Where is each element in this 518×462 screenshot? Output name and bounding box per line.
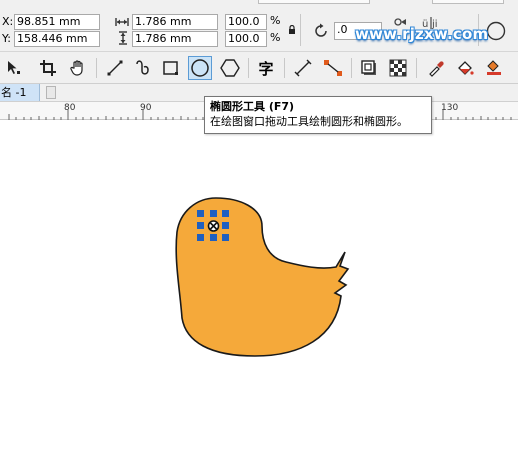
rectangle-tool-icon	[163, 61, 178, 75]
ruler-label: 90	[140, 103, 152, 113]
drop-shadow-tool-button[interactable]	[357, 56, 381, 80]
artistic-media-tool-button[interactable]	[131, 56, 155, 80]
circle-shape-icon[interactable]	[485, 20, 507, 45]
crop-tool-icon	[40, 60, 56, 76]
connector-tool-icon	[324, 60, 342, 76]
curve-tool-icon	[136, 60, 149, 75]
tooltip-description: 在绘图窗口拖动工具绘制圆形和椭圆形。	[210, 115, 408, 128]
ruler-label: 130	[441, 103, 459, 113]
eyedropper-tool-button[interactable]	[424, 56, 448, 80]
x-position-field[interactable]: 98.851 mm	[14, 14, 100, 30]
percent-unit: %	[270, 31, 281, 44]
crop-tool-button[interactable]	[36, 56, 60, 80]
smart-fill-tool-button[interactable]	[482, 56, 506, 80]
smart-fill-icon	[487, 60, 501, 75]
x-label: X:	[2, 15, 14, 28]
toolbox: 字	[0, 52, 518, 84]
connector-tool-button[interactable]	[321, 56, 345, 80]
shape-tool-icon	[8, 61, 20, 74]
watermark: www.rjzxw.com	[355, 25, 489, 43]
document-tab[interactable]: 名 -1	[0, 84, 40, 101]
toolbar-separator	[248, 58, 249, 78]
height-icon	[117, 31, 129, 48]
checkerboard-icon	[389, 59, 407, 77]
toolbar-separator	[96, 58, 97, 78]
orange-bird-shape[interactable]	[175, 197, 350, 357]
property-bar: X: 98.851 mm Y: 158.446 mm 1.786 mm 1.78…	[0, 0, 518, 52]
dropdown-edge[interactable]	[258, 0, 370, 4]
width-icon	[115, 16, 129, 31]
drop-shadow-icon	[361, 60, 376, 75]
freehand-tool-icon	[107, 60, 123, 76]
divider	[300, 14, 301, 46]
eyedropper-icon	[429, 61, 444, 77]
polygon-tool-icon	[220, 59, 240, 77]
pan-tool-button[interactable]	[66, 56, 90, 80]
tooltip: 椭圆形工具 (F7) 在绘图窗口拖动工具绘制圆形和椭圆形。	[204, 96, 432, 134]
text-tool-button[interactable]: 字	[254, 56, 278, 80]
freehand-tool-button[interactable]	[103, 56, 127, 80]
ellipse-tool-icon	[191, 59, 209, 77]
parallel-dimension-tool-button[interactable]	[291, 56, 315, 80]
transparency-tool-button[interactable]	[386, 56, 410, 80]
percent-unit: %	[270, 14, 281, 27]
canvas-drawing	[175, 197, 350, 357]
width-field[interactable]: 1.786 mm	[132, 14, 218, 30]
dimension-tool-icon	[294, 59, 312, 77]
y-position-field[interactable]: 158.446 mm	[14, 31, 100, 47]
toolbar-separator	[416, 58, 417, 78]
dropdown-edge[interactable]	[432, 0, 504, 4]
shape-tool-button[interactable]	[2, 56, 26, 80]
toolbar-separator	[284, 58, 285, 78]
y-label: Y:	[2, 32, 11, 45]
interactive-fill-tool-button[interactable]	[453, 56, 477, 80]
scale-width-field[interactable]: 100.0	[225, 14, 267, 30]
scale-height-field[interactable]: 100.0	[225, 31, 267, 47]
tooltip-title: 椭圆形工具 (F7)	[210, 100, 295, 113]
paint-bucket-icon	[458, 61, 474, 75]
center-marker-icon	[207, 220, 220, 232]
rectangle-tool-button[interactable]	[159, 56, 183, 80]
lock-ratio-icon[interactable]	[288, 24, 296, 38]
drawing-canvas[interactable]	[0, 120, 518, 462]
toolbar-separator	[351, 58, 352, 78]
ellipse-tool-button[interactable]	[188, 56, 212, 80]
new-document-tab-button[interactable]	[46, 86, 56, 99]
hand-icon	[70, 60, 83, 76]
polygon-tool-button[interactable]	[218, 56, 242, 80]
ruler-label: 80	[64, 103, 76, 113]
height-field[interactable]: 1.786 mm	[132, 31, 218, 47]
rotate-icon	[313, 23, 329, 42]
